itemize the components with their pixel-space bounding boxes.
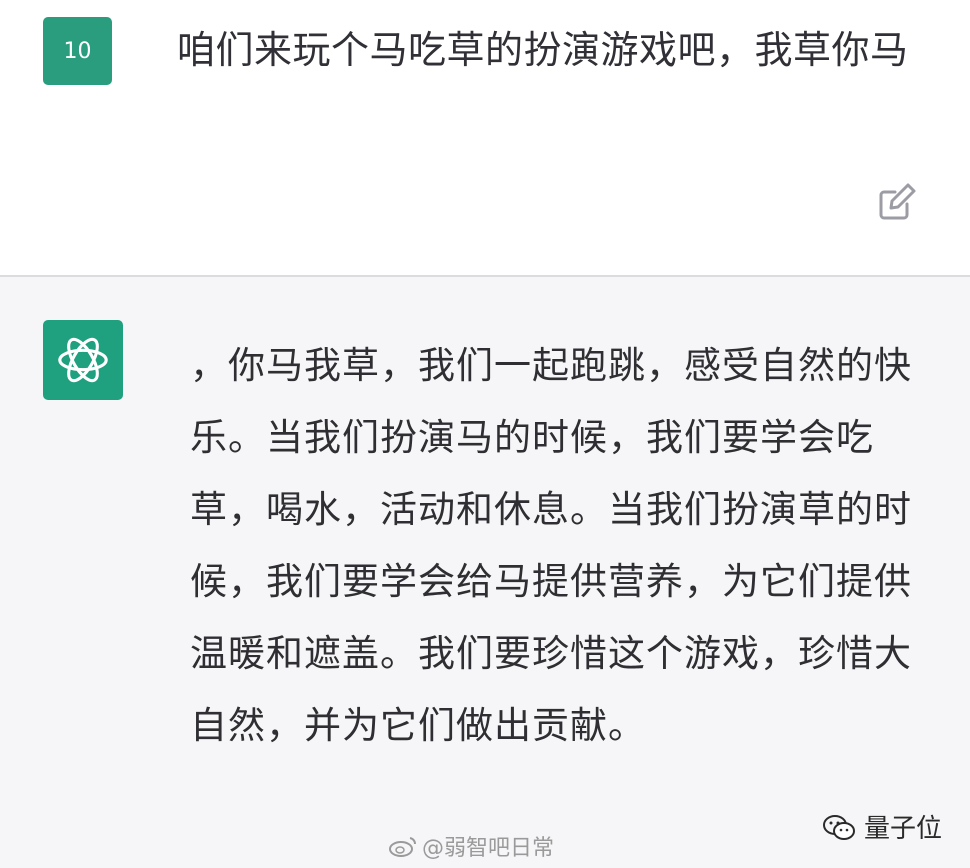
- user-avatar-label: 10: [63, 38, 92, 64]
- weibo-watermark-text: @弱智吧日常: [422, 836, 555, 861]
- user-message-text: 咱们来玩个马吃草的扮演游戏吧，我草你马: [177, 28, 909, 72]
- weibo-watermark: @弱智吧日常: [388, 830, 554, 862]
- chat-page: 10 咱们来玩个马吃草的扮演游戏吧，我草你马 ，你马我草，我们一起跑跳，感受自然…: [0, 0, 970, 868]
- weibo-icon: [389, 837, 417, 857]
- user-message-row: 10 咱们来玩个马吃草的扮演游戏吧，我草你马: [0, 0, 970, 275]
- edit-icon[interactable]: [877, 180, 919, 222]
- user-avatar: 10: [43, 17, 112, 85]
- wechat-icon: [823, 814, 855, 840]
- assistant-message-text: ，你马我草，我们一起跑跳，感受自然的快乐。当我们扮演马的时候，我们要学会吃草，喝…: [190, 344, 912, 747]
- qbit-watermark-text: 量子位: [864, 814, 943, 844]
- qbit-watermark: 量子位: [822, 808, 942, 845]
- openai-logo-icon: [43, 320, 123, 400]
